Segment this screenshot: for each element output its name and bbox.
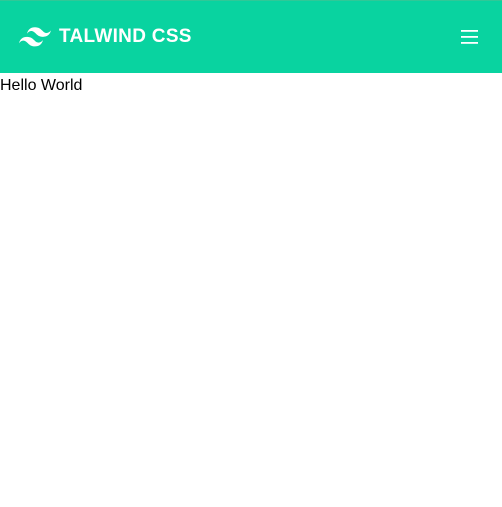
tailwind-logo-icon [19,27,51,47]
hamburger-menu-icon [460,29,480,45]
menu-button[interactable] [458,25,482,49]
hello-world-text: Hello World [0,77,83,94]
brand-title: TALWIND CSS [59,26,192,47]
brand-link[interactable]: TALWIND CSS [19,26,192,48]
navbar: TALWIND CSS [0,0,502,73]
